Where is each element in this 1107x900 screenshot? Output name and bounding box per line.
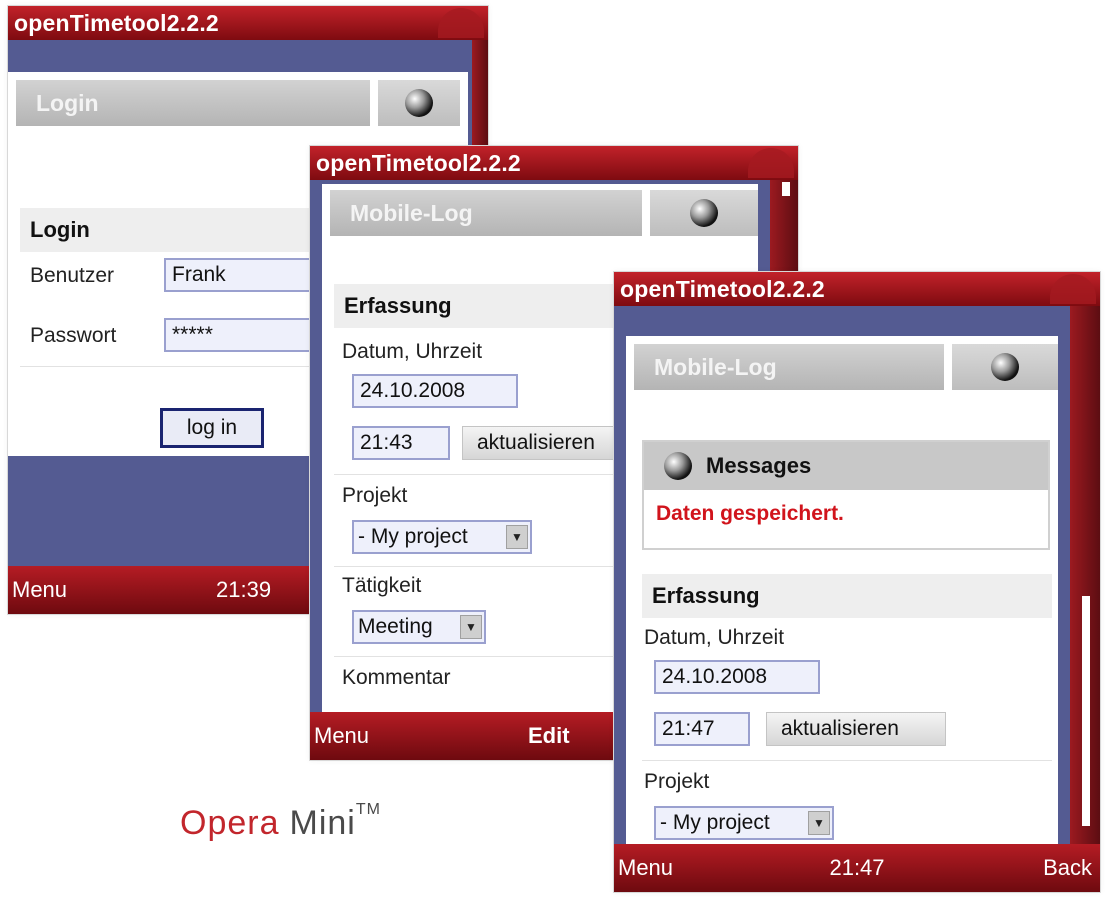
softkey-back[interactable]: Back [1043, 844, 1092, 892]
page-title: Mobile-Log [634, 344, 944, 390]
home-button[interactable] [650, 190, 758, 236]
update-button[interactable]: aktualisieren [766, 712, 946, 746]
globe-icon [690, 199, 718, 227]
project-label: Projekt [342, 484, 408, 507]
titlebar-corner-decoration [1050, 274, 1096, 304]
scrollbar[interactable] [1070, 306, 1100, 844]
scrollbar-thumb[interactable] [782, 182, 790, 196]
titlebar-corner-decoration [438, 8, 484, 38]
chevron-down-icon: ▼ [506, 525, 528, 549]
entry-section-title: Erfassung [642, 574, 1052, 618]
globe-icon [405, 89, 433, 117]
project-select-value: - My project [660, 811, 770, 834]
page-header: Mobile-Log [330, 190, 758, 236]
softkey-menu[interactable]: Menu [12, 566, 67, 614]
chevron-down-icon: ▼ [460, 615, 482, 639]
project-select-value: - My project [358, 525, 468, 548]
softkey-menu[interactable]: Menu [314, 712, 369, 760]
comment-label: Kommentar [342, 666, 451, 689]
app-titlebar: openTimetool2.2.2 [8, 6, 488, 40]
browser-frame: Mobile-Log Messages Daten gespeichert. E… [614, 306, 1100, 844]
message-text: Daten gespeichert. [656, 502, 844, 525]
app-title: openTimetool2.2.2 [14, 10, 219, 36]
user-label: Benutzer [30, 264, 115, 287]
opera-mini-logo: Opera MiniTM [180, 800, 381, 843]
opera-wordmark: Opera [180, 804, 280, 842]
project-label: Projekt [644, 770, 710, 793]
globe-icon [664, 452, 692, 480]
home-button[interactable] [378, 80, 460, 126]
datetime-label: Datum, Uhrzeit [342, 340, 483, 363]
globe-icon [991, 353, 1019, 381]
time-input[interactable]: 21:47 [654, 712, 750, 746]
chevron-down-icon: ▼ [808, 811, 830, 835]
app-title: openTimetool2.2.2 [620, 276, 825, 302]
date-input[interactable]: 24.10.2008 [352, 374, 518, 408]
page-header: Mobile-Log [634, 344, 1058, 390]
entry-section: Erfassung Datum, Uhrzeit 24.10.2008 21:4… [642, 574, 1052, 844]
time-input[interactable]: 21:43 [352, 426, 450, 460]
softkey-edit[interactable]: Edit [528, 712, 570, 760]
scrollbar-thumb[interactable] [1082, 596, 1090, 826]
trademark-mark: TM [355, 800, 381, 818]
mini-wordmark: Mini [289, 804, 356, 842]
saved-screen: openTimetool2.2.2 Mobile-Log Messages Da… [614, 272, 1100, 892]
login-button[interactable]: log in [160, 408, 264, 448]
page-header: Login [16, 80, 460, 126]
activity-select-value: Meeting [358, 615, 433, 638]
password-label: Passwort [30, 324, 117, 347]
clock: 21:47 [829, 855, 885, 880]
clock: 21:39 [216, 577, 272, 602]
project-select[interactable]: - My project ▼ [352, 520, 532, 554]
titlebar-corner-decoration [748, 148, 794, 178]
date-input[interactable]: 24.10.2008 [654, 660, 820, 694]
section-divider [642, 760, 1052, 761]
home-button[interactable] [952, 344, 1058, 390]
app-title: openTimetool2.2.2 [316, 150, 521, 176]
softkey-menu[interactable]: Menu [618, 844, 673, 892]
messages-title: Messages [706, 453, 812, 478]
softkey-bar: Menu 21:47 Back [614, 844, 1100, 892]
page-title: Login [16, 80, 370, 126]
project-select[interactable]: - My project ▼ [654, 806, 834, 840]
activity-select[interactable]: Meeting ▼ [352, 610, 486, 644]
app-titlebar: openTimetool2.2.2 [614, 272, 1100, 306]
messages-header: Messages [644, 442, 1048, 490]
datetime-label: Datum, Uhrzeit [644, 626, 785, 649]
app-titlebar: openTimetool2.2.2 [310, 146, 798, 180]
page-content: Mobile-Log Messages Daten gespeichert. E… [626, 336, 1058, 844]
activity-label: Tätigkeit [342, 574, 422, 597]
page-title: Mobile-Log [330, 190, 642, 236]
messages-box: Messages Daten gespeichert. [642, 440, 1050, 550]
